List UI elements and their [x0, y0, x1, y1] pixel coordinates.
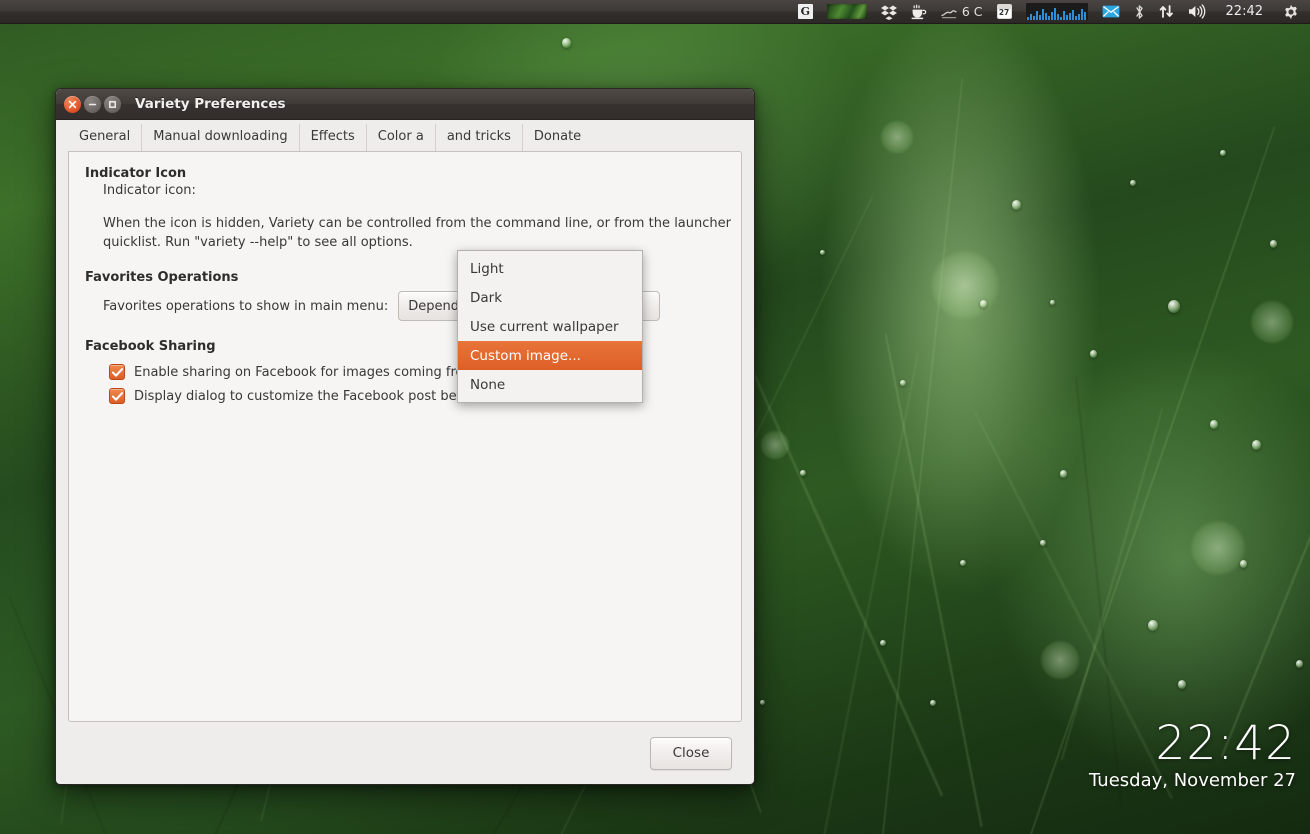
water-droplet [1060, 470, 1067, 478]
checkmark-icon [111, 367, 123, 377]
weather-icon [941, 9, 957, 18]
system-monitor-graph [1025, 3, 1088, 20]
window-title: Variety Preferences [135, 96, 286, 112]
water-droplet [1050, 300, 1055, 306]
bokeh-highlight [930, 250, 1000, 320]
calendar-day-number: 27 [996, 4, 1012, 19]
water-droplet [1220, 150, 1226, 157]
water-droplet [1252, 440, 1261, 450]
tab-and-tricks[interactable]: and tricks [436, 124, 523, 151]
close-dialog-button[interactable]: Close [650, 736, 732, 770]
water-droplet [960, 560, 966, 567]
water-droplet [930, 700, 936, 707]
water-droplet [880, 640, 886, 647]
clock-indicator[interactable]: 22:42 [1213, 0, 1276, 24]
bokeh-highlight [1040, 640, 1080, 680]
variety-wallpaper-thumbnail[interactable] [820, 0, 874, 24]
system-tray: G 6 C 27 22:42 [791, 0, 1310, 24]
calendar-indicator[interactable]: 27 [990, 0, 1019, 24]
bokeh-highlight [1190, 520, 1246, 576]
dropbox-icon [880, 5, 897, 20]
indicator-note-text: When the icon is hidden, Variety can be … [103, 216, 731, 250]
network-upload-download-icon [1159, 5, 1173, 18]
water-droplet [1296, 660, 1303, 668]
tab-effects[interactable]: Effects [300, 124, 367, 151]
maximize-window-button[interactable] [104, 95, 121, 113]
weather-temperature: 6 C [961, 4, 983, 19]
tab-donate[interactable]: Donate [523, 124, 592, 151]
dropbox-icon[interactable] [874, 0, 904, 24]
top-panel: G 6 C 27 22:42 [0, 0, 1310, 24]
network-indicator[interactable] [1152, 0, 1181, 24]
indicator-section-title: Indicator Icon [85, 166, 187, 181]
close-window-button[interactable] [64, 95, 81, 113]
water-droplet [1090, 350, 1097, 358]
mail-envelope-icon [1102, 5, 1119, 18]
desktop-clock-time: 22:42 [1155, 716, 1296, 771]
bokeh-highlight [1250, 300, 1294, 344]
water-droplet [1210, 420, 1218, 429]
water-droplet [1148, 620, 1158, 631]
session-indicator[interactable] [1276, 0, 1306, 24]
window-footer: Close [56, 722, 754, 784]
indicator-icon-dropdown-menu[interactable]: Light Dark Use current wallpaper Custom ima… [457, 250, 643, 403]
water-droplet [760, 700, 765, 706]
wallpaper-thumbnail-image [826, 4, 867, 19]
water-droplet [1178, 680, 1186, 689]
caffeine-icon[interactable] [904, 0, 934, 24]
checkbox-checked[interactable] [109, 364, 125, 380]
tab-bar: General Manual downloading Effects Color aa… [56, 123, 754, 151]
weather-indicator[interactable]: 6 C [934, 0, 990, 24]
indicator-icon-label: Indicator icon: [103, 183, 196, 198]
water-droplet [980, 300, 987, 308]
gimp-glyph: G [797, 4, 813, 19]
tab-page-content: Indicator Icon Indicator icon: When the … [68, 151, 742, 722]
bokeh-highlight [880, 120, 914, 154]
water-droplet [1168, 300, 1180, 313]
desktop-clock-widget: 22:42 Tuesday, November 27 [1089, 720, 1296, 794]
variety-preferences-window: Variety Preferences General Manual downlo… [55, 88, 755, 785]
dropdown-item-light[interactable]: Light [458, 254, 642, 283]
checkbox-checked[interactable] [109, 388, 125, 404]
water-droplet [1130, 180, 1136, 187]
dropdown-item-custom-image[interactable]: Custom image... [458, 341, 642, 370]
water-droplet [1240, 560, 1247, 568]
bluetooth-indicator[interactable] [1127, 0, 1152, 24]
bluetooth-icon [1135, 4, 1143, 19]
close-icon [68, 100, 77, 108]
water-droplet [1012, 200, 1021, 210]
coffee-cup-icon [911, 4, 927, 19]
water-droplet [900, 380, 906, 387]
water-droplet [1270, 240, 1277, 248]
tab-manual-downloading[interactable]: Manual downloading [142, 124, 300, 151]
panel-clock-text: 22:42 [1225, 4, 1263, 19]
session-gear-icon [1285, 4, 1297, 19]
gimp-indicator[interactable]: G [791, 0, 820, 24]
grass-blade [880, 78, 964, 834]
volume-indicator[interactable] [1181, 0, 1213, 24]
dropdown-item-use-current-wallpaper[interactable]: Use current wallpaper [458, 312, 642, 341]
water-droplet [800, 470, 806, 477]
window-titlebar[interactable]: Variety Preferences [56, 89, 754, 120]
window-body: General Manual downloading Effects Color aa… [56, 120, 754, 784]
grass-blade [884, 332, 983, 828]
minimize-window-button[interactable] [84, 95, 101, 113]
system-monitor-indicator[interactable] [1019, 0, 1095, 24]
maximize-icon [109, 100, 116, 108]
dropdown-item-dark[interactable]: Dark [458, 283, 642, 312]
tab-color-a[interactable]: Color a [367, 124, 436, 151]
mail-indicator[interactable] [1095, 0, 1127, 24]
volume-icon [1188, 4, 1205, 19]
water-droplet [820, 250, 825, 256]
checkmark-icon [111, 391, 123, 401]
desktop-clock-date: Tuesday, November 27 [1089, 770, 1296, 791]
indicator-icon-row: Indicator icon: [103, 183, 725, 198]
water-droplet [562, 38, 571, 48]
bokeh-highlight [760, 430, 790, 460]
tab-general[interactable]: General [68, 124, 143, 151]
dropdown-item-none[interactable]: None [458, 370, 642, 399]
minimize-icon [88, 103, 97, 105]
favorites-operations-label: Favorites operations to show in main men… [103, 298, 389, 314]
